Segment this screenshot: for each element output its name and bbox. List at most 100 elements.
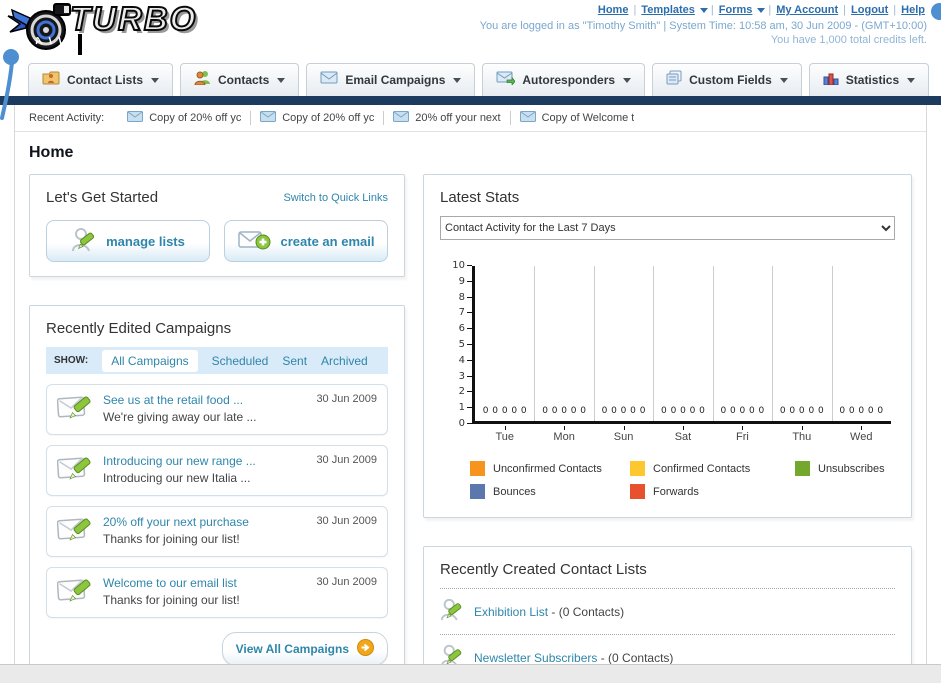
latest-stats-panel: Latest Stats Contact Activity for the La… xyxy=(423,174,912,518)
recent-activity-item-label: Copy of 20% off yc xyxy=(149,112,242,124)
chart-plot-area: 00000000000000000000000000000000000 xyxy=(472,266,891,424)
campaign-card[interactable]: Introducing our new range ... Introducin… xyxy=(46,445,388,496)
header-links: Home | Templates | Forms | My Account | Logout | H… xyxy=(597,4,925,16)
contact-list-name-link[interactable]: Exhibition List xyxy=(474,605,548,619)
header-link-templates[interactable]: Templates xyxy=(641,4,695,16)
content-frame: Recent Activity: Copy of 20% off yc Copy… xyxy=(14,105,927,683)
contact-lists-panel-title: Recently Created Contact Lists xyxy=(440,561,647,578)
data-value-label: 0 xyxy=(561,406,567,416)
data-value-label: 0 xyxy=(808,406,815,416)
chart-day-group: 00000 xyxy=(832,266,891,421)
left-column: Let's Get Started Switch to Quick Links xyxy=(29,174,405,683)
header-right: Home | Templates | Forms | My Account | Logout | H… xyxy=(480,4,927,46)
lets-get-started-title: Let's Get Started xyxy=(46,189,159,206)
main-content: Home Let's Get Started Switch to Quick L… xyxy=(15,132,926,683)
chart-day-group: 00000 xyxy=(534,266,593,421)
nav-tab-statistics[interactable]: Statistics xyxy=(808,63,930,96)
data-value-label: 0 xyxy=(511,406,518,416)
decorative-blue-dot xyxy=(931,3,941,20)
campaign-title-link[interactable]: Welcome to our email list xyxy=(103,576,240,590)
legend-swatch xyxy=(470,484,485,499)
campaign-title-link[interactable]: 20% off your next purchase xyxy=(103,515,249,529)
filter-tab-scheduled[interactable]: Scheduled xyxy=(212,354,269,368)
nav-tab-contact-lists[interactable]: Contact Lists xyxy=(28,63,174,96)
legend-label: Unconfirmed Contacts xyxy=(493,462,602,475)
header: TURBO EMAIL Home|Templates|Forms|My Acco… xyxy=(0,0,941,120)
header-link-forms[interactable]: Forms xyxy=(719,4,753,16)
legend-item: Unsubscribes xyxy=(795,461,891,476)
data-value-label: 0 xyxy=(661,406,667,416)
contact-activity-chart: 10 9 8 7 6 5 4 3 2 1 0 000000000000000000000000000… xyxy=(444,260,891,499)
nav-tab-label: Autoresponders xyxy=(522,73,616,87)
header-link-help[interactable]: Help xyxy=(901,4,925,16)
y-tick-label: 1 xyxy=(459,402,472,413)
y-tick-label: 8 xyxy=(459,292,472,303)
switch-to-quick-links[interactable]: Switch to Quick Links xyxy=(283,192,388,204)
data-value-label: 0 xyxy=(848,406,855,416)
chart-day-group: 00000 xyxy=(653,266,712,421)
recent-activity-item[interactable]: Copy of 20% off yc xyxy=(251,111,385,125)
credits-status-text: You have 1,000 total credits left. xyxy=(770,34,927,46)
chart-legend: Unconfirmed Contacts Confirmed Contacts xyxy=(470,461,891,499)
filter-tab-archived[interactable]: Archived xyxy=(321,354,368,368)
legend-swatch xyxy=(795,461,810,476)
data-value-label: 0 xyxy=(798,406,805,416)
envelope-pencil-icon xyxy=(56,576,93,609)
data-value-label: 0 xyxy=(779,406,786,416)
y-tick-label: 5 xyxy=(459,339,472,350)
campaign-card[interactable]: Welcome to our email list Thanks for joi… xyxy=(46,567,388,618)
header-link-logout[interactable]: Logout xyxy=(851,4,888,16)
create-email-button[interactable]: create an email xyxy=(224,220,388,262)
campaign-subtitle: Thanks for joining our list! xyxy=(103,532,240,546)
recent-activity-item-label: Copy of 20% off yc xyxy=(282,112,375,124)
x-tick-label: Tue xyxy=(475,426,534,443)
recent-activity-item[interactable]: 20% off your next xyxy=(384,111,511,125)
manage-lists-label: manage lists xyxy=(106,233,185,249)
campaign-title-link[interactable]: Introducing our new range ... xyxy=(103,454,256,468)
chart-day-group: 00000 xyxy=(594,266,653,421)
legend-swatch xyxy=(630,461,645,476)
y-tick-label: 9 xyxy=(459,276,472,287)
data-value-label: 0 xyxy=(501,406,508,416)
data-value-label: 0 xyxy=(867,406,874,416)
nav-tab-contacts[interactable]: Contacts xyxy=(180,63,300,96)
nav-tab-autoresponders[interactable]: Autoresponders xyxy=(482,63,646,96)
stats-period-select[interactable]: Contact Activity for the Last 7 Days xyxy=(440,216,895,240)
recent-activity-item[interactable]: Copy of Welcome tc xyxy=(511,111,643,125)
view-all-campaigns-button[interactable]: View All Campaigns xyxy=(221,632,388,666)
x-tick-label: Wed xyxy=(832,426,891,443)
campaign-card[interactable]: See us at the retail food ... We're givi… xyxy=(46,384,388,435)
contact-list-count: - (0 Contacts) xyxy=(551,604,625,619)
filter-tab-all-campaigns[interactable]: All Campaigns xyxy=(102,349,198,372)
contact-list-row[interactable]: Exhibition List - (0 Contacts) xyxy=(440,588,895,634)
manage-lists-button[interactable]: manage lists xyxy=(46,220,210,262)
campaign-title-link[interactable]: See us at the retail food ... xyxy=(103,393,256,407)
envelope-plus-icon xyxy=(237,228,272,255)
y-tick-label: 6 xyxy=(459,323,472,334)
data-value-label: 0 xyxy=(492,406,499,416)
data-value-label: 0 xyxy=(542,406,548,416)
decorative-blue-pin xyxy=(0,48,26,125)
chart-y-axis: 10 9 8 7 6 5 4 3 2 1 0 xyxy=(444,260,472,429)
recent-activity-item[interactable]: Copy of 20% off yc xyxy=(118,111,252,125)
header-link-my-account[interactable]: My Account xyxy=(776,4,838,16)
envelope-icon xyxy=(393,111,410,125)
data-value-label: 0 xyxy=(729,406,736,416)
nav-tab-email-campaigns[interactable]: Email Campaigns xyxy=(306,63,476,96)
nav-tab-custom-fields[interactable]: Custom Fields xyxy=(652,63,802,96)
nav-tab-label: Statistics xyxy=(845,73,900,87)
data-value-label: 0 xyxy=(570,406,577,416)
campaign-date: 30 Jun 2009 xyxy=(316,454,377,466)
legend-label: Forwards xyxy=(653,485,699,498)
contact-list-count: - (0 Contacts) xyxy=(600,650,674,665)
contact-list-name-link[interactable]: Newsletter Subscribers xyxy=(474,651,597,665)
header-link-home[interactable]: Home xyxy=(598,4,629,16)
chevron-down-icon xyxy=(757,7,766,13)
data-value-label: 0 xyxy=(620,406,627,416)
legend-label: Confirmed Contacts xyxy=(653,462,751,475)
legend-item: Bounces xyxy=(470,484,630,499)
filter-tab-sent[interactable]: Sent xyxy=(282,354,307,368)
campaign-card[interactable]: 20% off your next purchase Thanks for jo… xyxy=(46,506,388,557)
recent-activity-item-label: 20% off your next xyxy=(415,112,501,124)
data-value-label: 0 xyxy=(877,406,884,416)
